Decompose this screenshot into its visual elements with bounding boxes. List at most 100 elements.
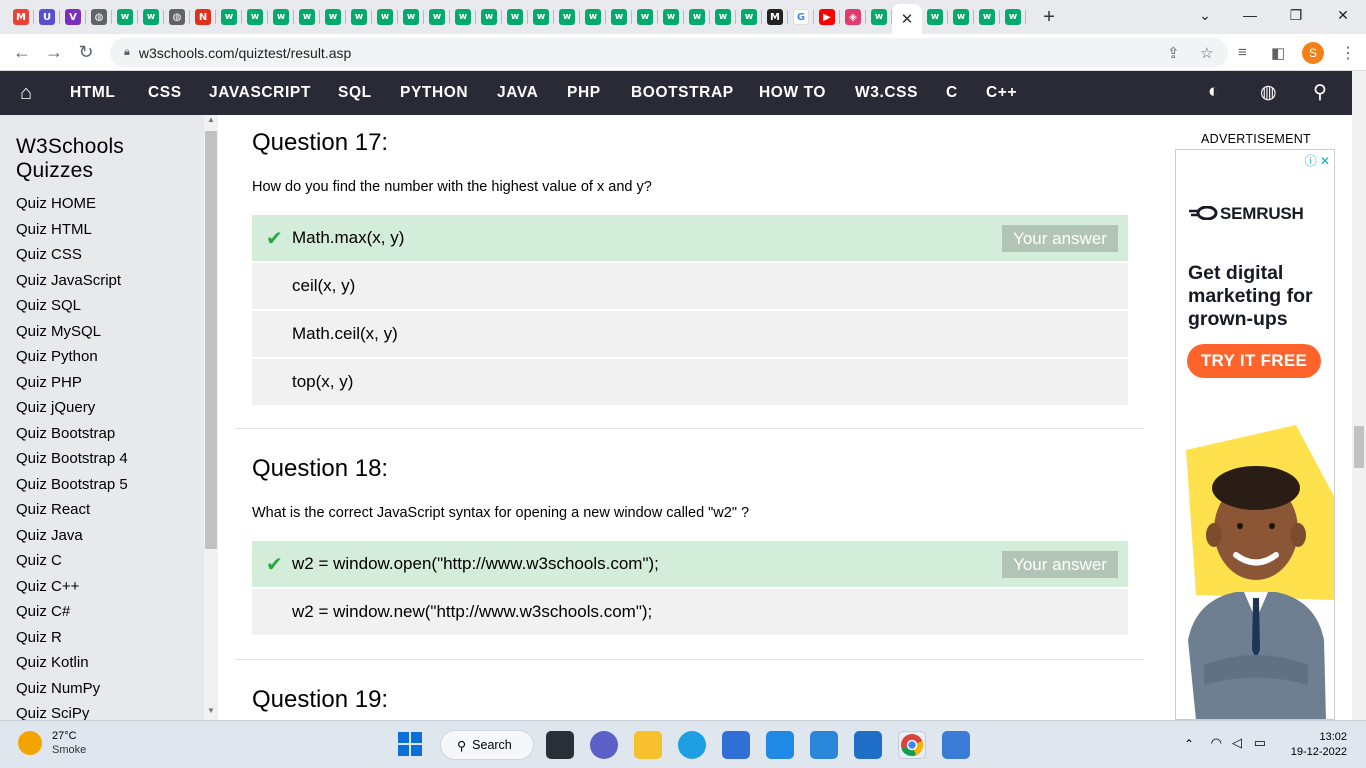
sidebar-item[interactable]: Quiz CSS [0,242,204,268]
browser-tab[interactable]: w [736,0,762,34]
browser-tab[interactable]: w [632,0,658,34]
taskbar-search[interactable]: ⚲ Search [440,730,534,760]
nav-item-bootstrap[interactable]: BOOTSTRAP [631,84,734,102]
browser-tab[interactable]: w [684,0,710,34]
wifi-icon[interactable]: ◠ [1211,735,1222,751]
nav-item-c[interactable]: C [946,84,958,102]
sidebar-item[interactable]: Quiz MySQL [0,319,204,345]
new-tab-button[interactable]: + [1034,6,1064,29]
sidebar-item[interactable]: Quiz C++ [0,574,204,600]
browser-tab[interactable]: w [554,0,580,34]
browser-tab[interactable]: w [528,0,554,34]
browser-tab[interactable]: w [216,0,242,34]
battery-icon[interactable]: ▭ [1254,735,1266,751]
sidebar-item[interactable]: Quiz SQL [0,293,204,319]
browser-tab[interactable]: w [710,0,736,34]
browser-tab[interactable]: w [450,0,476,34]
mail-icon[interactable] [854,731,882,759]
nav-item-how-to[interactable]: HOW TO [759,84,826,102]
sidebar-item[interactable]: Quiz C [0,548,204,574]
nav-item-css[interactable]: CSS [148,84,182,102]
browser-tab[interactable]: M [8,0,34,34]
globe-translate-icon[interactable]: ◍ [1260,81,1277,104]
sidebar-item[interactable]: Quiz React [0,497,204,523]
browser-tab[interactable]: ▶ [814,0,840,34]
sidebar-item[interactable]: Quiz PHP [0,370,204,396]
weather-widget[interactable]: 27°C Smoke [18,729,86,757]
browser-tab[interactable]: U [34,0,60,34]
browser-tab[interactable]: ◍ [164,0,190,34]
sidebar-item[interactable]: Quiz R [0,625,204,651]
chrome-icon[interactable] [898,731,926,759]
page-scroll-thumb[interactable] [1354,426,1364,468]
browser-tab[interactable]: w [424,0,450,34]
nav-item-python[interactable]: PYTHON [400,84,468,102]
sidebar-item[interactable]: Quiz Bootstrap 5 [0,472,204,498]
sidebar-item[interactable]: Quiz Java [0,523,204,549]
share-icon[interactable]: ⇪ [1167,34,1180,71]
browser-tab[interactable]: w [580,0,606,34]
file-explorer-icon[interactable] [634,731,662,759]
sidebar-item[interactable]: Quiz HTML [0,217,204,243]
edge-icon[interactable] [678,731,706,759]
task-view-icon[interactable] [546,731,574,759]
scroll-down-arrow-icon[interactable]: ▼ [204,706,218,720]
nav-item-php[interactable]: PHP [567,84,601,102]
sidebar-scroll-thumb[interactable] [205,131,217,549]
browser-tab[interactable]: w [398,0,424,34]
browser-tab[interactable]: w [922,0,948,34]
forward-icon[interactable]: → [38,42,70,63]
bookmark-star-icon[interactable]: ☆ [1200,34,1213,71]
volume-icon[interactable]: ◁ [1232,735,1242,751]
nav-item-java[interactable]: JAVA [497,84,538,102]
chat-icon[interactable] [590,731,618,759]
browser-tab[interactable]: M [762,0,788,34]
sidebar-item[interactable]: Quiz jQuery [0,395,204,421]
sidebar-item[interactable]: Quiz NumPy [0,676,204,702]
browser-tab[interactable]: N [190,0,216,34]
sidebar-scrollbar[interactable]: ▲ ▼ [204,115,218,720]
sidebar-item[interactable]: Quiz Kotlin [0,650,204,676]
browser-tab[interactable]: w [866,0,892,34]
menu-kebab-icon[interactable]: ⋮ [1340,34,1356,71]
sidebar-item[interactable]: Quiz Bootstrap 4 [0,446,204,472]
browser-tab[interactable]: w [320,0,346,34]
dark-mode-toggle-icon[interactable]: ◐ [1208,81,1219,103]
photos-icon[interactable] [942,731,970,759]
browser-tab[interactable]: G [788,0,814,34]
minimize-icon[interactable]: — [1227,0,1273,30]
browser-tab[interactable]: w [606,0,632,34]
sidebar-item[interactable]: Quiz Python [0,344,204,370]
nav-item-javascript[interactable]: JAVASCRIPT [209,84,311,102]
sidebar-item[interactable]: Quiz JavaScript [0,268,204,294]
browser-tab[interactable]: w [502,0,528,34]
page-scrollbar[interactable] [1352,71,1366,720]
browser-tab[interactable]: w [1000,0,1026,34]
maximize-icon[interactable]: ❐ [1273,0,1319,30]
ad-info-close-icon[interactable]: ⓘ ✕ [1305,152,1330,169]
start-windows-icon[interactable] [397,731,425,759]
search-icon[interactable]: ⚲ [1313,81,1327,104]
sidebar-item[interactable]: Quiz HOME [0,191,204,217]
browser-tab[interactable]: w [112,0,138,34]
sidebar-item[interactable]: Quiz SciPy [0,701,204,720]
back-icon[interactable]: ← [6,42,38,63]
browser-tab[interactable]: w [346,0,372,34]
close-window-icon[interactable]: ✕ [1320,0,1366,30]
browser-tab[interactable]: w [138,0,164,34]
nav-item-sql[interactable]: SQL [338,84,372,102]
sidebar-item[interactable]: Quiz Bootstrap [0,421,204,447]
store-icon[interactable] [722,731,750,759]
nav-item-c-[interactable]: C++ [986,84,1017,102]
active-tab-close-icon[interactable]: ✕ [892,4,922,34]
browser-tab[interactable]: w [658,0,684,34]
home-icon[interactable]: ⌂ [0,82,52,105]
reload-icon[interactable]: ↻ [70,42,102,63]
profile-avatar[interactable]: S [1302,34,1324,71]
vscode-icon[interactable] [766,731,794,759]
clock[interactable]: 13:02 19-12-2022 [1291,730,1347,760]
notepad-icon[interactable] [810,731,838,759]
browser-tab[interactable]: ◈ [840,0,866,34]
tab-search-icon[interactable]: ⌄ [1182,0,1228,30]
scroll-up-arrow-icon[interactable]: ▲ [204,115,218,129]
